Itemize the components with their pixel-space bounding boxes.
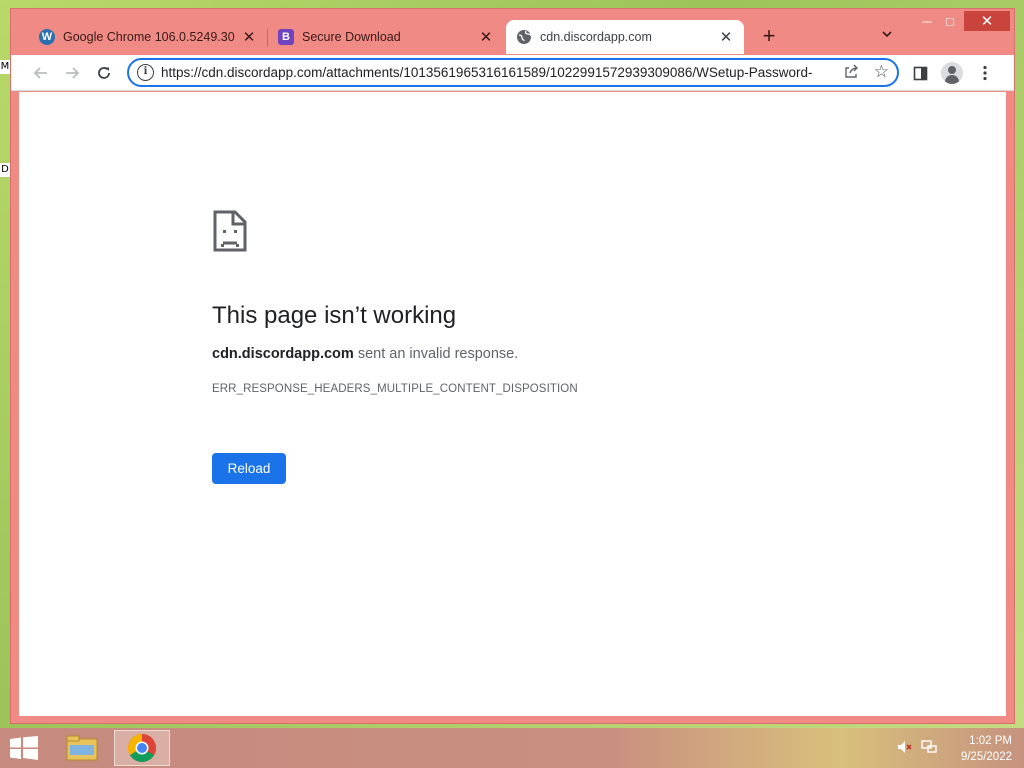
page-content: This page isn’t working cdn.discordapp.c…: [19, 92, 1006, 716]
error-code: ERR_RESPONSE_HEADERS_MULTIPLE_CONTENT_DI…: [212, 383, 578, 395]
browser-window: W Google Chrome 106.0.5249.30 C ✕ B Secu…: [10, 8, 1015, 724]
bootstrap-icon: B: [278, 29, 294, 45]
side-panel-icon[interactable]: [909, 62, 931, 84]
network-icon[interactable]: [921, 740, 937, 757]
error-title: This page isn’t working: [212, 302, 457, 329]
wordpress-icon: W: [39, 29, 55, 45]
share-icon[interactable]: [844, 64, 859, 82]
site-info-icon[interactable]: i: [137, 64, 154, 81]
system-clock[interactable]: 1:02 PM 9/25/2022: [961, 733, 1012, 765]
tab-search-button[interactable]: [877, 26, 897, 46]
clock-time: 1:02 PM: [969, 735, 1012, 747]
close-tab-icon[interactable]: ✕: [718, 29, 734, 46]
globe-icon: [516, 29, 532, 45]
desktop-icon-label[interactable]: D: [0, 163, 10, 177]
bookmark-star-icon[interactable]: ☆: [874, 62, 889, 82]
window-close-button[interactable]: ✕: [964, 11, 1010, 31]
tab-strip: W Google Chrome 106.0.5249.30 C ✕ B Secu…: [11, 9, 1014, 55]
error-description: cdn.discordapp.com sent an invalid respo…: [212, 346, 518, 362]
maximize-button[interactable]: □: [937, 11, 963, 31]
file-explorer-icon[interactable]: [54, 730, 110, 766]
windows-start-icon[interactable]: [10, 736, 38, 760]
error-host: cdn.discordapp.com: [212, 346, 354, 362]
tab-title: cdn.discordapp.com: [540, 30, 652, 44]
reload-icon[interactable]: [93, 62, 115, 84]
forward-icon[interactable]: [61, 62, 83, 84]
tab-title: Google Chrome 106.0.5249.30 C: [63, 30, 235, 44]
close-tab-icon[interactable]: ✕: [241, 29, 257, 46]
volume-muted-icon[interactable]: [897, 740, 913, 757]
new-tab-button[interactable]: +: [758, 25, 780, 48]
address-bar[interactable]: i https://cdn.discordapp.com/attachments…: [127, 58, 899, 87]
back-icon[interactable]: [30, 62, 52, 84]
close-tab-icon[interactable]: ✕: [478, 29, 494, 46]
reload-button[interactable]: Reload: [212, 453, 286, 484]
browser-toolbar: i https://cdn.discordapp.com/attachments…: [11, 55, 1014, 91]
url-text[interactable]: https://cdn.discordapp.com/attachments/1…: [161, 65, 833, 80]
tab-google-chrome[interactable]: W Google Chrome 106.0.5249.30 C ✕: [29, 21, 267, 53]
menu-kebab-icon[interactable]: [974, 62, 996, 84]
sad-page-icon: [212, 209, 248, 253]
tab-cdn-discordapp[interactable]: cdn.discordapp.com ✕: [506, 20, 744, 54]
desktop-icon-label[interactable]: M: [0, 60, 10, 74]
tab-secure-download[interactable]: B Secure Download ✕: [268, 21, 504, 53]
clock-date: 9/25/2022: [960, 751, 1012, 763]
taskbar: 1:02 PM 9/25/2022: [0, 728, 1024, 768]
tab-title: Secure Download: [302, 30, 401, 44]
profile-avatar-icon[interactable]: [941, 62, 963, 84]
error-description-suffix: sent an invalid response.: [353, 346, 519, 362]
chrome-taskbar-icon[interactable]: [114, 730, 170, 766]
